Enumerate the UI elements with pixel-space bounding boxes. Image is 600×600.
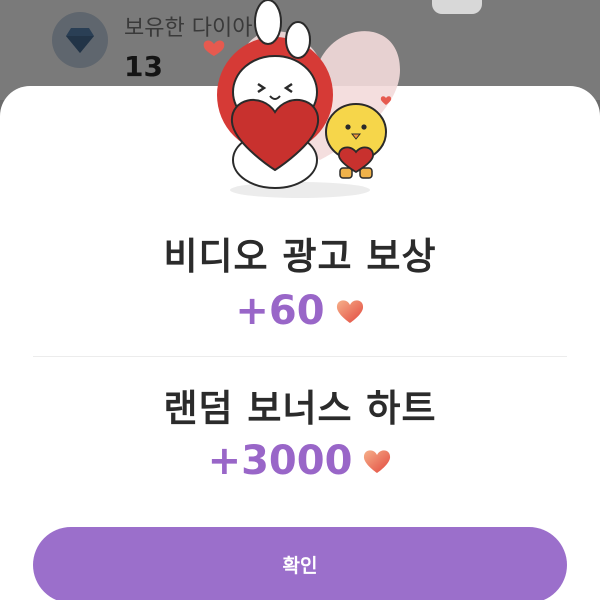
diamond-badge <box>52 12 108 68</box>
random-bonus-amount: +3000 <box>207 438 353 484</box>
diamond-icon <box>66 28 94 53</box>
bunny-chick-illustration <box>203 0 400 198</box>
confirm-button[interactable]: 확인 <box>33 527 567 600</box>
ad-reward-amount: +60 <box>235 288 325 334</box>
screen: 보유한 다이아 13 비디오 광고 보상 +60 랜덤 보너스 하트 +3000… <box>0 0 600 600</box>
heart-icon <box>364 450 391 473</box>
ad-reward-title: 비디오 광고 보상 <box>163 235 437 278</box>
random-bonus-title: 랜덤 보너스 하트 <box>163 387 437 430</box>
heart-icon <box>336 300 363 323</box>
owned-diamond-count: 13 <box>124 50 163 83</box>
ad-reward-amount-row: +60 <box>0 288 600 334</box>
section-divider <box>33 356 567 357</box>
random-bonus-amount-row: +3000 <box>0 438 600 484</box>
